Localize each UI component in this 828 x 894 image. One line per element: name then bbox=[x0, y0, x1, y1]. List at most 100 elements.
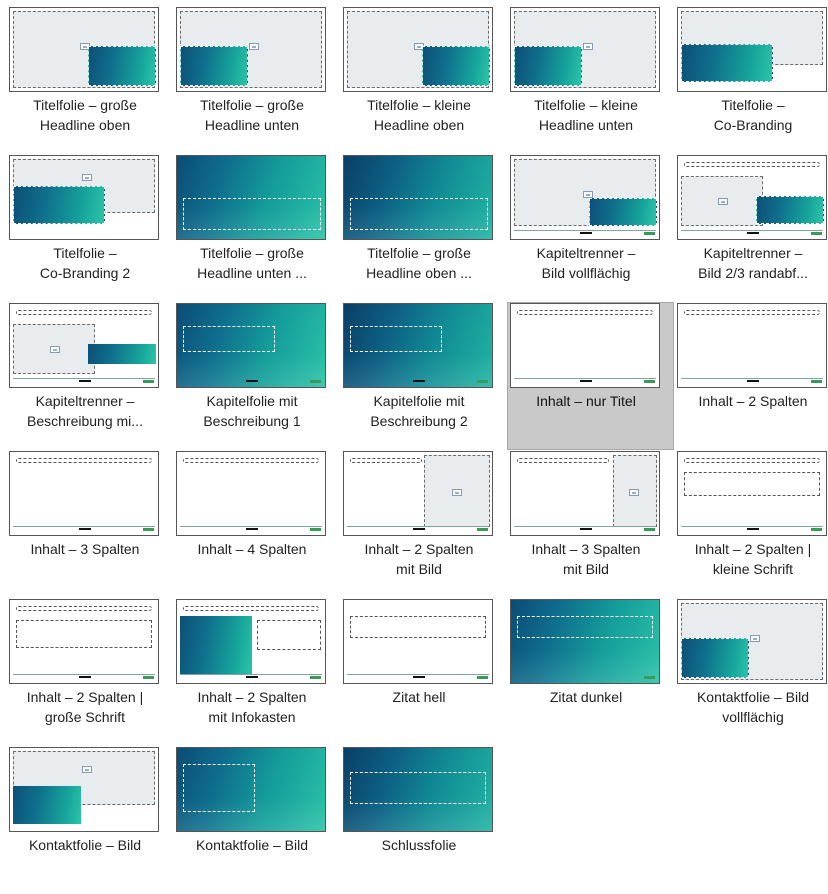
title-placeholder bbox=[517, 458, 609, 463]
layout-option[interactable]: Kontaktfolie – Bild vollflächig bbox=[674, 598, 828, 746]
footer-line bbox=[347, 674, 489, 675]
layout-option[interactable]: Titelfolie – Co-Branding bbox=[674, 6, 828, 154]
layout-option[interactable]: Titelfolie – große Headline oben ... bbox=[340, 154, 507, 302]
layout-label: Titelfolie – große Headline unten bbox=[200, 97, 304, 133]
layout-option[interactable]: Kapitelfolie mit Beschreibung 2 bbox=[340, 302, 507, 450]
logo-mark bbox=[310, 380, 321, 383]
layout-thumbnail bbox=[9, 155, 159, 240]
layout-option[interactable]: Kapiteltrenner – Bild vollflächig bbox=[507, 154, 674, 302]
footer-line bbox=[13, 526, 155, 527]
footer-mark bbox=[246, 380, 258, 382]
layout-label: Kapiteltrenner – Beschreibung mi... bbox=[27, 393, 143, 429]
layout-thumbnail bbox=[176, 451, 326, 536]
logo-mark bbox=[811, 380, 822, 383]
logo-mark bbox=[644, 528, 655, 531]
layout-label: Titelfolie – große Headline unten ... bbox=[197, 245, 307, 281]
layout-option[interactable]: Zitat hell bbox=[340, 598, 507, 746]
layout-option[interactable]: Inhalt – 2 Spalten | kleine Schrift bbox=[674, 450, 828, 598]
logo-mark bbox=[811, 528, 822, 531]
picture-placeholder-icon bbox=[452, 489, 462, 496]
layout-option[interactable]: Inhalt – 2 Spalten bbox=[674, 302, 828, 450]
layout-option[interactable]: Titelfolie – Co-Branding 2 bbox=[6, 154, 173, 302]
layout-thumbnail bbox=[9, 303, 159, 388]
logo-mark bbox=[310, 676, 321, 679]
picture-placeholder-icon bbox=[629, 489, 639, 496]
layout-label: Inhalt – 2 Spalten | kleine Schrift bbox=[694, 541, 812, 577]
layout-option[interactable]: Kontaktfolie – Bild bbox=[173, 746, 340, 894]
layout-label: Titelfolie – große Headline oben ... bbox=[366, 245, 472, 281]
layout-thumbnail bbox=[677, 7, 827, 92]
layout-option[interactable]: Titelfolie – große Headline unten ... bbox=[173, 154, 340, 302]
layout-label: Kontaktfolie – Bild bbox=[28, 837, 142, 853]
headline-box bbox=[88, 46, 156, 86]
title-placeholder bbox=[183, 458, 319, 463]
layout-option[interactable]: Inhalt – 2 Spalten mit Infokasten bbox=[173, 598, 340, 746]
footer-mark bbox=[580, 232, 592, 234]
footer-mark bbox=[79, 528, 91, 530]
footer-mark bbox=[413, 380, 425, 382]
picture-placeholder-icon bbox=[82, 766, 92, 773]
footer-line bbox=[681, 526, 823, 527]
layout-thumbnail bbox=[343, 451, 493, 536]
layout-label: Inhalt – 2 Spalten | große Schrift bbox=[26, 689, 144, 725]
layout-label: Inhalt – 3 Spalten bbox=[30, 541, 140, 557]
layout-option[interactable]: Titelfolie – große Headline oben bbox=[6, 6, 173, 154]
layout-thumbnail bbox=[677, 599, 827, 684]
footer-line bbox=[514, 526, 656, 527]
layout-thumbnail bbox=[677, 303, 827, 388]
logo-mark bbox=[143, 676, 154, 679]
title-placeholder bbox=[684, 162, 820, 167]
layout-thumbnail bbox=[343, 7, 493, 92]
layout-label: Kapiteltrenner – Bild vollflächig bbox=[536, 245, 636, 281]
layout-option[interactable]: Inhalt – 4 Spalten bbox=[173, 450, 340, 598]
headline-box bbox=[350, 772, 486, 804]
layout-option[interactable]: Zitat dunkel bbox=[507, 598, 674, 746]
layout-option[interactable]: Kapiteltrenner – Beschreibung mi... bbox=[6, 302, 173, 450]
layout-option[interactable]: Inhalt – 3 Spalten bbox=[6, 450, 173, 598]
layout-option[interactable]: Inhalt – nur Titel bbox=[507, 302, 674, 450]
layout-option[interactable]: Titelfolie – kleine Headline oben bbox=[340, 6, 507, 154]
picture-placeholder-icon bbox=[718, 198, 728, 205]
layout-thumbnail bbox=[9, 451, 159, 536]
layout-label: Titelfolie – Co-Branding 2 bbox=[39, 245, 131, 281]
title-placeholder bbox=[684, 310, 820, 315]
headline-box bbox=[422, 46, 490, 86]
picture-placeholder-icon bbox=[583, 43, 593, 50]
layout-thumbnail bbox=[343, 599, 493, 684]
picture-placeholder-icon bbox=[50, 346, 60, 353]
footer-line bbox=[514, 378, 656, 379]
logo-mark bbox=[644, 380, 655, 383]
headline-box bbox=[681, 44, 773, 82]
title-placeholder bbox=[183, 606, 319, 611]
layout-option[interactable]: Inhalt – 2 Spalten | große Schrift bbox=[6, 598, 173, 746]
layout-thumbnail bbox=[510, 155, 660, 240]
picture-placeholder-icon bbox=[583, 191, 593, 198]
layout-option[interactable]: Schlussfolie bbox=[340, 746, 507, 894]
logo-mark bbox=[143, 380, 154, 383]
layout-option[interactable]: Kontaktfolie – Bild bbox=[6, 746, 173, 894]
layout-option[interactable]: Inhalt – 2 Spalten mit Bild bbox=[340, 450, 507, 598]
headline-box bbox=[681, 638, 749, 678]
layout-option[interactable]: Titelfolie – kleine Headline unten bbox=[507, 6, 674, 154]
layout-label: Inhalt – nur Titel bbox=[536, 393, 636, 409]
picture-placeholder-icon bbox=[750, 635, 760, 642]
layout-option[interactable]: Inhalt – 3 Spalten mit Bild bbox=[507, 450, 674, 598]
layout-option[interactable]: Titelfolie – große Headline unten bbox=[173, 6, 340, 154]
footer-mark bbox=[747, 528, 759, 530]
layout-thumbnail bbox=[9, 747, 159, 832]
layout-thumbnail bbox=[343, 155, 493, 240]
layout-thumbnail bbox=[9, 7, 159, 92]
title-placeholder bbox=[16, 606, 152, 611]
footer-line bbox=[681, 230, 823, 231]
layout-option[interactable]: Kapitelfolie mit Beschreibung 1 bbox=[173, 302, 340, 450]
layout-label: Kapitelfolie mit Beschreibung 1 bbox=[203, 393, 301, 429]
logo-mark bbox=[477, 380, 488, 383]
layout-option[interactable]: Kapiteltrenner – Bild 2/3 randabf... bbox=[674, 154, 828, 302]
footer-line bbox=[514, 230, 656, 231]
headline-box bbox=[13, 186, 105, 224]
layout-thumbnail bbox=[510, 451, 660, 536]
layout-label: Kapitelfolie mit Beschreibung 2 bbox=[370, 393, 468, 429]
layout-thumbnail bbox=[343, 303, 493, 388]
title-placeholder bbox=[517, 310, 653, 315]
layout-label: Titelfolie – kleine Headline oben bbox=[367, 97, 471, 133]
